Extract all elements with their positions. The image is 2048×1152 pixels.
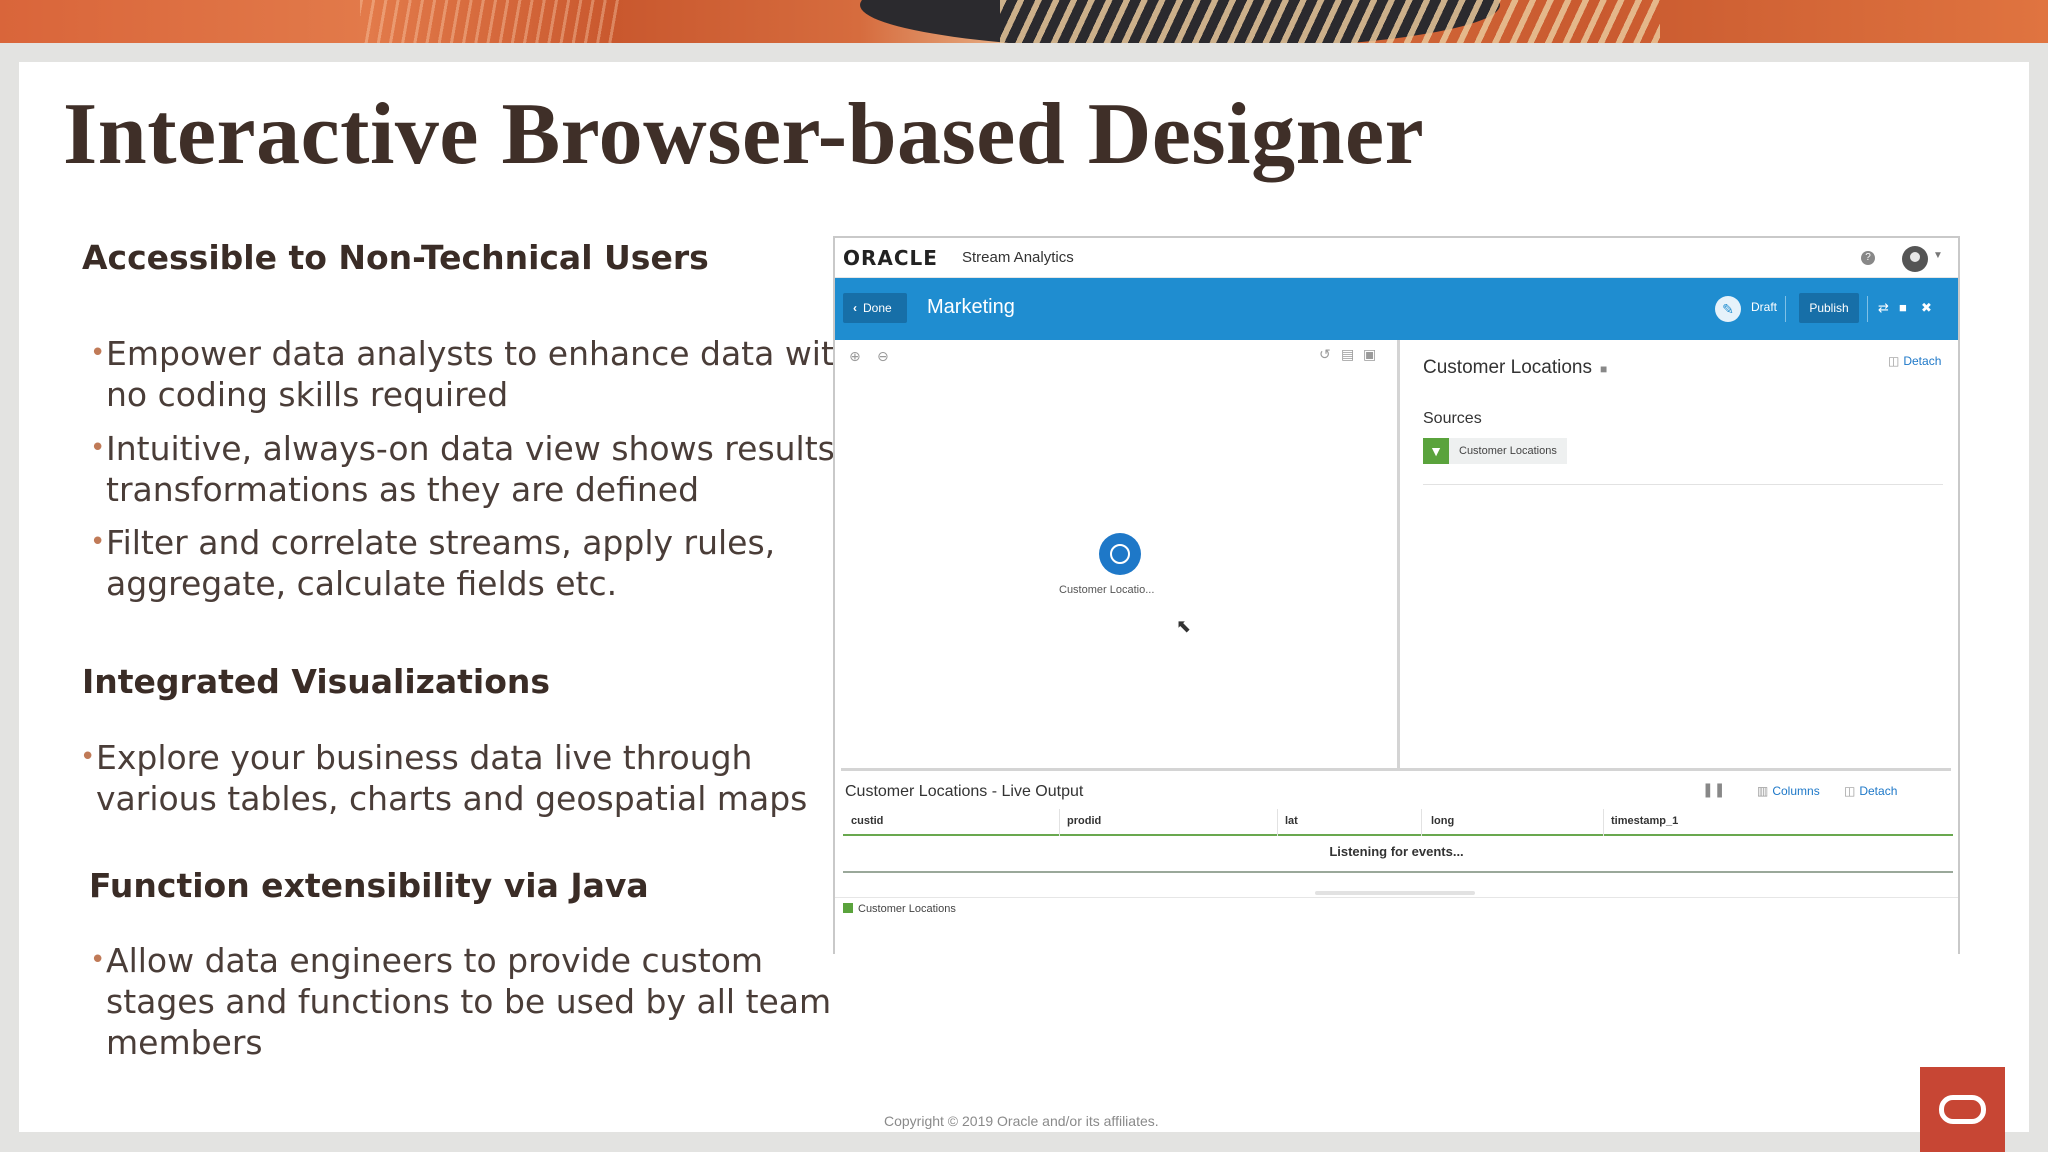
table-bottom-border [843,871,1953,873]
detach-icon: ◫ [1844,784,1856,798]
app-header: ORACLE Stream Analytics ? ▼ [835,238,1958,278]
toolbar-separator [1785,296,1786,322]
horizontal-scrollbar[interactable] [1315,891,1475,895]
column-header-long[interactable]: long [1431,815,1454,827]
pipeline-name: Marketing [927,296,1015,318]
bullet-line: stages and functions to be used by all t… [106,982,832,1021]
bullet-line: Allow data engineers to provide custom [106,941,764,980]
bullet-line: Intuitive, always-on data view shows res… [106,429,878,468]
stream-legend: Customer Locations [843,903,956,915]
slide-title: Interactive Browser-based Designer [63,86,1425,183]
properties-divider [1423,484,1943,485]
detach-label: Detach [1903,354,1942,368]
pipeline-toolbar: ‹ Done Marketing ✎ Draft Publish ⇄ ■ ✖ [835,278,1958,340]
bullet-line: Filter and correlate streams, apply rule… [106,523,776,562]
column-header-prodid[interactable]: prodid [1067,815,1101,827]
output-table-header: custid prodid lat long timestamp_1 [843,809,1953,836]
pipeline-canvas[interactable]: ⊕ ⊖ ↺ ▤ ▣ Customer Locatio... ⬉ [835,340,1397,770]
mouse-cursor-icon: ⬉ [1176,616,1192,636]
live-output-panel: Customer Locations - Live Output ❚❚ ▥ Col… [835,771,1958,954]
oracle-ring-shape [1939,1095,1986,1124]
reset-layout-icon[interactable]: ↺ [1319,346,1331,363]
stream-node-icon[interactable] [1099,533,1141,575]
detach-output-button[interactable]: ◫ Detach [1844,784,1897,798]
properties-title-text: Customer Locations [1423,357,1592,378]
bullet-dot: • [90,527,106,557]
properties-panel: Customer Locations ■ ◫ Detach Sources ▼ Cus… [1400,340,1956,768]
bullet-dot: • [80,742,96,772]
source-chip-label: Customer Locations [1459,445,1557,457]
oracle-logo-text: ORACLE [843,246,938,270]
chevron-down-icon[interactable]: ▼ [1933,250,1943,261]
copyright-notice: Copyright © 2019 Oracle and/or its affil… [884,1113,1159,1129]
column-separator [1059,809,1060,836]
product-name: Stream Analytics [962,249,1074,266]
bullet-intuitive: • Intuitive, always-on data view shows r… [90,428,878,510]
column-separator [1277,809,1278,836]
detach-icon: ◫ [1888,354,1900,368]
bullet-line: transformations as they are defined [106,470,700,509]
column-separator [1603,809,1604,836]
live-output-title: Customer Locations - Live Output [845,783,1084,800]
section-heading-extensibility: Function extensibility via Java [89,866,649,905]
bullet-dot: • [90,945,106,975]
column-header-lat[interactable]: lat [1285,815,1298,827]
bullet-line: no coding skills required [106,375,509,414]
bullet-dot: • [90,433,106,463]
bullet-line: Empower data analysts to enhance data wi… [106,334,855,373]
columns-label: Columns [1772,784,1820,798]
band-stripes [1000,0,1660,43]
toolbar-separator [1867,296,1868,322]
source-chip[interactable]: ▼ Customer Locations [1423,438,1567,464]
chevron-left-icon: ‹ [853,301,857,315]
user-avatar-icon[interactable] [1902,246,1928,272]
layout-icon[interactable]: ▣ [1363,346,1376,363]
detach-properties-button[interactable]: ◫ Detach [1888,354,1941,368]
bullet-line: various tables, charts and geospatial ma… [96,779,808,818]
edit-pencil-icon[interactable]: ✎ [1715,296,1741,322]
bullet-filter: • Filter and correlate streams, apply ru… [90,522,776,604]
bullet-allow: • Allow data engineers to provide custom… [90,940,832,1063]
section-heading-accessible: Accessible to Non-Technical Users [82,238,709,277]
columns-button[interactable]: ▥ Columns [1757,784,1820,798]
filter-icon: ▼ [1423,438,1449,464]
bullet-dot: • [90,338,106,368]
listening-status: Listening for events... [1329,844,1464,859]
bullet-line: Explore your business data live through [96,738,753,777]
done-label: Done [863,301,892,315]
delete-icon[interactable]: ✖ [1921,300,1932,316]
column-separator [1421,809,1422,836]
footer-divider [835,897,1958,898]
detach-label: Detach [1859,784,1898,798]
legend-swatch [843,903,853,913]
section-heading-visualizations: Integrated Visualizations [82,662,551,701]
zoom-out-icon[interactable]: ⊖ [877,348,889,365]
draft-status: Draft [1751,300,1778,314]
bullet-line: aggregate, calculate fields etc. [106,564,618,603]
pause-icon[interactable]: ❚❚ [1702,781,1725,798]
app-screenshot: ORACLE Stream Analytics ? ▼ ‹ Done Market… [833,236,1960,954]
column-header-timestamp[interactable]: timestamp_1 [1611,815,1678,827]
band-texture [360,0,620,43]
oracle-brand-icon [1920,1067,2005,1152]
column-header-custid[interactable]: custid [851,815,883,827]
bookmark-icon[interactable]: ■ [1600,362,1607,376]
copy-icon[interactable]: ▤ [1341,346,1354,363]
bullet-line: members [106,1023,263,1062]
share-icon[interactable]: ⇄ [1878,300,1889,316]
zoom-in-icon[interactable]: ⊕ [849,348,861,365]
sources-label: Sources [1423,410,1482,427]
bullet-empower: • Empower data analysts to enhance data … [90,333,855,415]
decorative-header-band [0,0,2048,43]
help-icon[interactable]: ? [1861,251,1875,265]
bullet-explore: • Explore your business data live throug… [80,737,808,819]
done-button[interactable]: ‹ Done [843,293,907,323]
stream-node-label: Customer Locatio... [1059,584,1155,596]
tag-icon[interactable]: ■ [1899,300,1907,315]
properties-title: Customer Locations ■ [1423,357,1607,379]
columns-icon: ▥ [1757,784,1769,798]
legend-label: Customer Locations [858,903,956,915]
publish-button[interactable]: Publish [1799,293,1859,323]
